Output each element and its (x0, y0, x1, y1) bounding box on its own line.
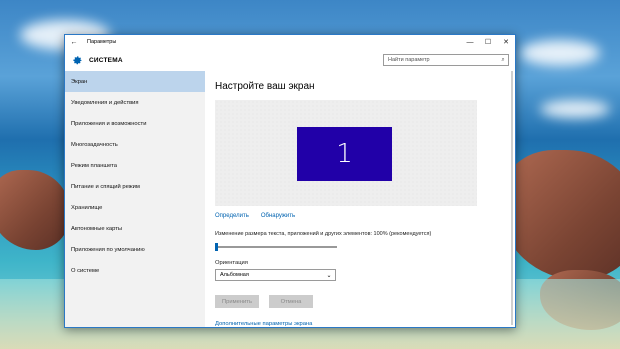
orientation-label: Ориентация (215, 260, 248, 266)
sidebar-item-power[interactable]: Питание и спящий режим (65, 176, 205, 197)
header: СИСТЕМА Найти параметр ⌕ (65, 49, 515, 71)
back-arrow-icon[interactable]: ← (65, 39, 83, 46)
page-title: Настройте ваш экран (215, 81, 315, 92)
settings-window: ← Параметры — ☐ ✕ СИСТЕМА Найти параметр… (64, 34, 516, 328)
sidebar-item-apps[interactable]: Приложения и возможности (65, 113, 205, 134)
window-title: Параметры (87, 39, 117, 45)
section-title: СИСТЕМА (89, 56, 123, 64)
sidebar: Экран Уведомления и действия Приложения … (65, 71, 205, 327)
main-content: Настройте ваш экран 1 Определить Обнаруж… (205, 71, 515, 327)
slider-thumb[interactable] (215, 243, 218, 251)
rock (500, 150, 620, 280)
chevron-down-icon: ⌄ (326, 272, 332, 279)
scale-label: Изменение размера текста, приложений и д… (215, 231, 432, 237)
close-button[interactable]: ✕ (497, 38, 515, 46)
cloud (540, 100, 610, 118)
identify-link[interactable]: Определить (215, 213, 249, 219)
advanced-settings-link[interactable]: Дополнительные параметры экрана (215, 321, 505, 327)
sidebar-item-tablet-mode[interactable]: Режим планшета (65, 155, 205, 176)
scrollbar[interactable] (511, 71, 513, 325)
search-placeholder: Найти параметр (388, 57, 430, 63)
search-input[interactable]: Найти параметр ⌕ (383, 54, 509, 66)
slider-track (215, 246, 337, 248)
sidebar-item-storage[interactable]: Хранилище (65, 197, 205, 218)
display-arrangement-area: 1 (215, 100, 477, 206)
monitor-tile[interactable]: 1 (297, 127, 392, 181)
detect-link[interactable]: Обнаружить (261, 213, 295, 219)
apply-button[interactable]: Применить (215, 295, 259, 308)
scale-slider[interactable] (215, 243, 337, 251)
sidebar-item-offline-maps[interactable]: Автономные карты (65, 218, 205, 239)
title-bar: ← Параметры — ☐ ✕ (65, 35, 515, 49)
orientation-select[interactable]: Альбомная ⌄ (215, 269, 336, 281)
cancel-button[interactable]: Отмена (269, 295, 313, 308)
maximize-button[interactable]: ☐ (479, 38, 497, 46)
gear-icon (71, 54, 83, 66)
minimize-button[interactable]: — (461, 39, 479, 46)
sidebar-item-notifications[interactable]: Уведомления и действия (65, 92, 205, 113)
orientation-value: Альбомная (220, 272, 249, 278)
sidebar-item-default-apps[interactable]: Приложения по умолчанию (65, 239, 205, 260)
rock (0, 170, 70, 250)
sidebar-item-multitasking[interactable]: Многозадачность (65, 134, 205, 155)
cloud (520, 40, 600, 66)
sidebar-item-display[interactable]: Экран (65, 71, 205, 92)
search-icon[interactable]: ⌕ (498, 57, 508, 64)
sidebar-item-about[interactable]: О системе (65, 260, 205, 281)
